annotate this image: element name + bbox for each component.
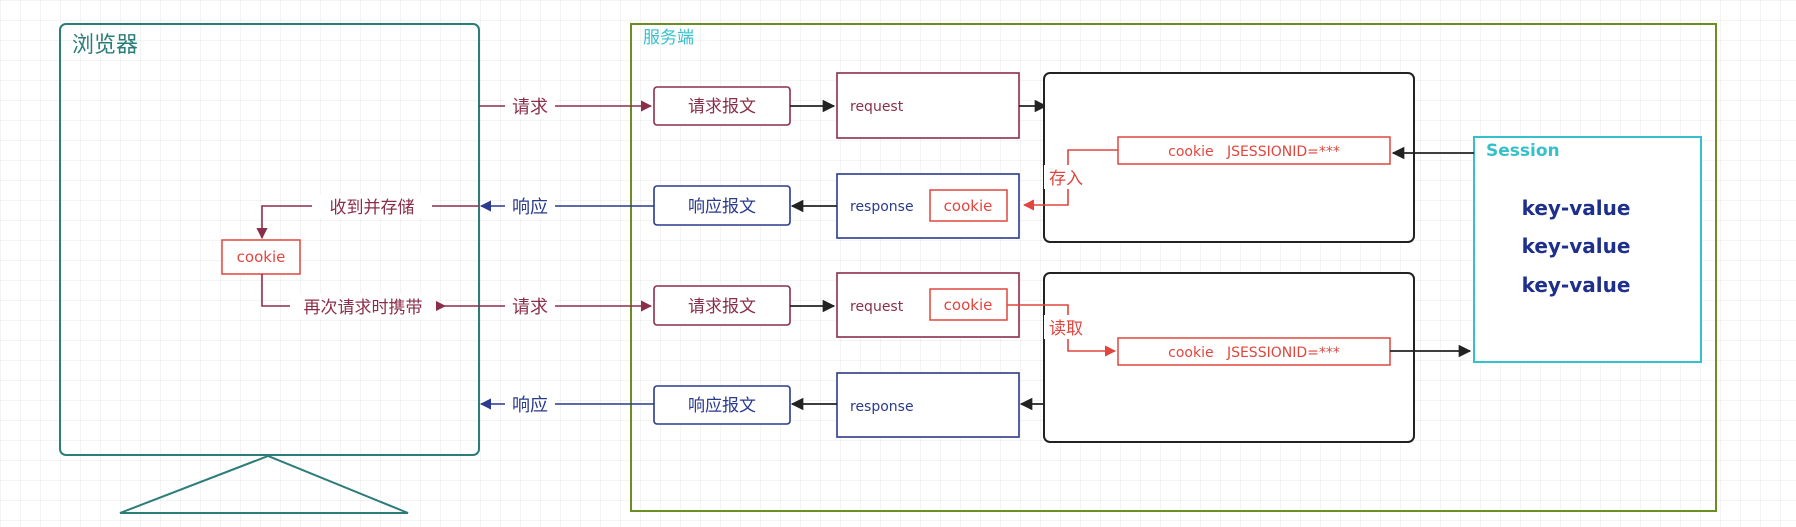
flow1-request-label: 请求 bbox=[512, 97, 548, 118]
flow2-request: 请求 请求报文 request cookie bbox=[445, 272, 1020, 338]
flow1-request-obj: request bbox=[850, 99, 904, 115]
browser-cookie-label: cookie bbox=[237, 248, 286, 266]
flow2-cookie-entry: cookie JSESSIONID=*** bbox=[1168, 345, 1340, 361]
monitor-stand bbox=[119, 454, 409, 514]
session-store: Session key-value key-value key-value bbox=[1473, 136, 1702, 363]
session-title: Session bbox=[1486, 141, 1560, 161]
server-title: 服务端 bbox=[643, 28, 694, 48]
flow2-request-message: 请求报文 bbox=[688, 297, 756, 317]
flow2-read-label: 读取 bbox=[1049, 319, 1083, 339]
resend-label: 再次请求时携带 bbox=[304, 298, 423, 318]
session-entry: key-value bbox=[1522, 273, 1631, 297]
flow2-response-obj: response bbox=[850, 399, 914, 415]
browser-title: 浏览器 bbox=[72, 33, 138, 58]
flow1-response-message: 响应报文 bbox=[688, 197, 756, 217]
flow1-response-cookie: cookie bbox=[944, 197, 993, 215]
flow1-store-label: 存入 bbox=[1049, 169, 1083, 189]
cookie-session-flow-diagram: 浏览器 cookie 收到并存储 再次请求时携带 服务端 请求 请求报文 req… bbox=[59, 23, 1717, 514]
flow1-request: 请求 请求报文 request bbox=[479, 72, 1048, 139]
flow1-cookie-entry: cookie JSESSIONID=*** bbox=[1168, 144, 1340, 160]
flow1-request-message: 请求报文 bbox=[688, 97, 756, 117]
browser-monitor: 浏览器 cookie 收到并存储 再次请求时携带 bbox=[59, 23, 480, 514]
diagram-canvas: 浏览器 cookie 收到并存储 再次请求时携带 服务端 请求 请求报文 req… bbox=[0, 0, 1796, 527]
flow2-response-label: 响应 bbox=[512, 395, 548, 416]
flow2-response-message: 响应报文 bbox=[688, 396, 756, 416]
session-entry: key-value bbox=[1522, 196, 1631, 220]
flow1-response-label: 响应 bbox=[512, 197, 548, 218]
session-entry: key-value bbox=[1522, 234, 1631, 258]
flow2-request-cookie: cookie bbox=[944, 296, 993, 314]
flow1-response-obj: response bbox=[850, 199, 914, 215]
flow2-request-obj: request bbox=[850, 299, 904, 315]
received-store-label: 收到并存储 bbox=[330, 198, 415, 218]
flow1-response: response cookie 响应报文 响应 bbox=[479, 173, 1020, 239]
flow2-response: response 响应报文 响应 bbox=[479, 372, 1044, 438]
flow2-request-label: 请求 bbox=[512, 297, 548, 318]
